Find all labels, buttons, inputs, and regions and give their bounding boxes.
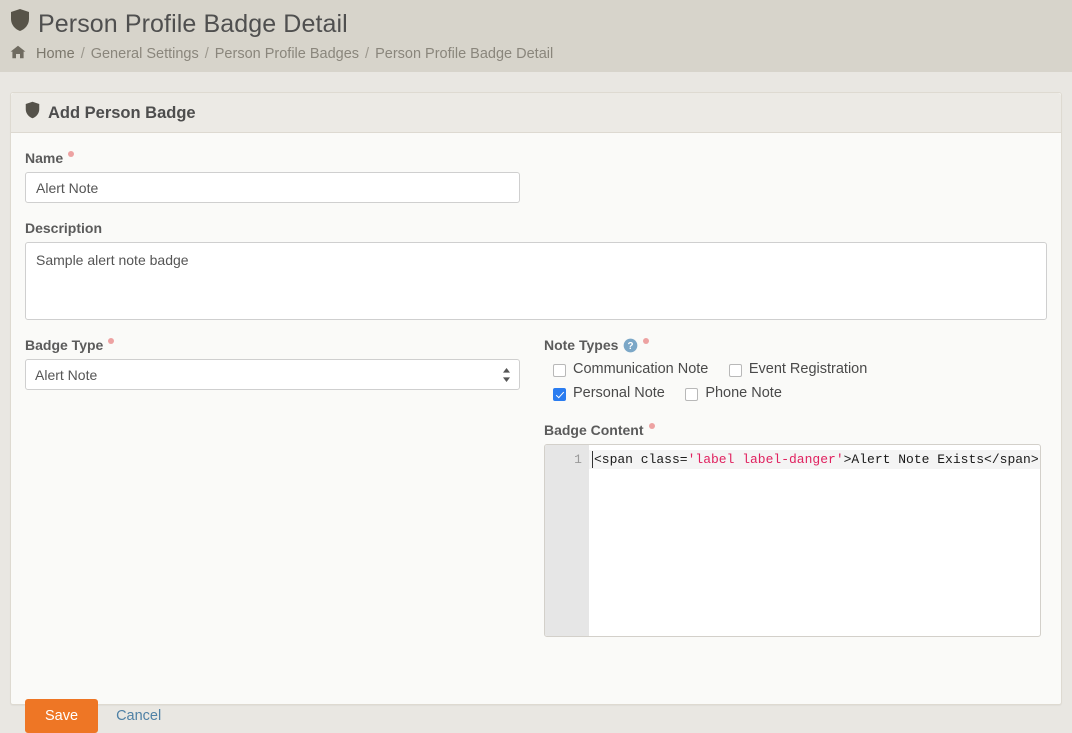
- description-textarea[interactable]: [25, 242, 1047, 320]
- checkbox-label: Event Registration: [749, 359, 867, 379]
- required-indicator: [108, 338, 114, 344]
- badge-type-label: Badge Type: [25, 336, 532, 354]
- breadcrumb-item-general-settings[interactable]: General Settings: [91, 45, 199, 63]
- badge-type-field-group: Badge Type Alert Note: [25, 336, 532, 390]
- panel-body: Name Description Badge Type: [11, 133, 1061, 705]
- required-indicator: [649, 423, 655, 429]
- required-indicator: [68, 151, 74, 157]
- name-field-group: Name: [25, 149, 1047, 203]
- svg-text:?: ?: [628, 340, 634, 351]
- add-person-badge-panel: Add Person Badge Name Description Ba: [10, 92, 1062, 705]
- note-types-field-group: Note Types ? Communication Note: [544, 336, 1047, 407]
- description-label: Description: [25, 219, 1047, 237]
- breadcrumb: Home / General Settings / Person Profile…: [10, 44, 1072, 63]
- checkbox-event-registration[interactable]: Event Registration: [729, 359, 867, 379]
- badge-content-field-group: Badge Content 1 <span class='label label…: [544, 421, 1047, 637]
- description-field-group: Description: [25, 219, 1047, 320]
- code-token-suffix: >Alert Note Exists</span>: [844, 452, 1039, 467]
- breadcrumb-separator: /: [365, 45, 369, 63]
- badge-content-label: Badge Content: [544, 421, 1047, 439]
- badge-content-label-text: Badge Content: [544, 421, 644, 439]
- form-columns: Badge Type Alert Note: [25, 336, 1047, 637]
- checkbox-label: Communication Note: [573, 359, 708, 379]
- panel-title: Add Person Badge: [48, 103, 196, 123]
- checkbox-label: Personal Note: [573, 383, 665, 403]
- name-label: Name: [25, 149, 1047, 167]
- page-title-text: Person Profile Badge Detail: [38, 9, 348, 39]
- checkbox-phone-note[interactable]: Phone Note: [685, 383, 782, 403]
- page-title: Person Profile Badge Detail: [10, 8, 1072, 39]
- panel-heading: Add Person Badge: [11, 93, 1061, 133]
- checkbox-personal-note[interactable]: Personal Note: [553, 383, 665, 403]
- checkbox-box[interactable]: [685, 388, 698, 401]
- note-types-label: Note Types ?: [544, 336, 1047, 354]
- cancel-button[interactable]: Cancel: [110, 701, 167, 731]
- shield-icon: [25, 101, 40, 124]
- code-token-string: 'label label-danger': [688, 452, 844, 467]
- note-types-label-text: Note Types: [544, 336, 618, 354]
- code-line[interactable]: <span class='label label-danger'>Alert N…: [589, 450, 1040, 469]
- name-input[interactable]: [25, 172, 520, 203]
- checkbox-box-checked[interactable]: [553, 388, 566, 401]
- checkbox-box[interactable]: [553, 364, 566, 377]
- code-area[interactable]: <span class='label label-danger'>Alert N…: [589, 445, 1040, 636]
- question-circle-icon[interactable]: ?: [623, 338, 638, 353]
- code-line-number: 1: [545, 450, 582, 469]
- name-label-text: Name: [25, 149, 63, 167]
- save-button[interactable]: Save: [25, 699, 98, 733]
- breadcrumb-item-current: Person Profile Badge Detail: [375, 45, 553, 63]
- home-icon: [10, 45, 26, 64]
- right-column: Note Types ? Communication Note: [544, 336, 1047, 637]
- left-column: Badge Type Alert Note: [25, 336, 544, 637]
- breadcrumb-item-home[interactable]: Home: [36, 45, 75, 63]
- description-label-text: Description: [25, 219, 102, 237]
- breadcrumb-separator: /: [81, 45, 85, 63]
- badge-content-code-editor[interactable]: 1 <span class='label label-danger'>Alert…: [544, 444, 1041, 637]
- code-gutter: 1: [545, 445, 589, 636]
- badge-type-label-text: Badge Type: [25, 336, 103, 354]
- shield-icon: [10, 8, 30, 39]
- breadcrumb-item-person-profile-badges[interactable]: Person Profile Badges: [215, 45, 359, 63]
- badge-type-select-wrapper: Alert Note: [25, 359, 520, 390]
- page-header: Person Profile Badge Detail Home / Gener…: [0, 0, 1072, 72]
- badge-type-select[interactable]: Alert Note: [25, 359, 520, 390]
- note-types-checkbox-list: Communication Note Event Registration Pe…: [544, 359, 1014, 407]
- code-token-prefix: <span class=: [594, 452, 688, 467]
- checkbox-communication-note[interactable]: Communication Note: [553, 359, 708, 379]
- breadcrumb-separator: /: [205, 45, 209, 63]
- required-indicator: [643, 338, 649, 344]
- checkbox-box[interactable]: [729, 364, 742, 377]
- checkbox-label: Phone Note: [705, 383, 782, 403]
- form-actions: Save Cancel: [25, 699, 167, 733]
